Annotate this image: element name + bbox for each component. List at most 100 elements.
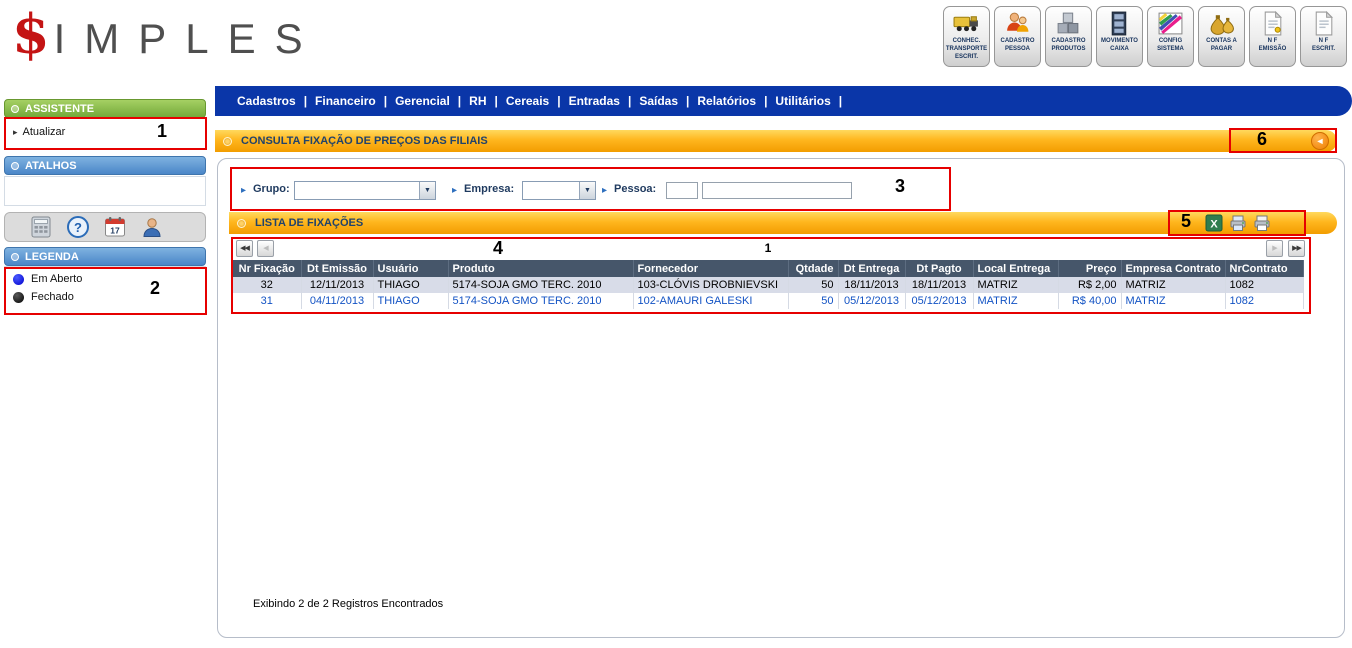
menu-item-entradas[interactable]: Entradas xyxy=(569,94,620,108)
pessoa-code-input[interactable] xyxy=(666,182,698,199)
toolbar-button-movimento-caixa[interactable]: MOVIMENTO CAIXA xyxy=(1096,6,1143,67)
column-header: Qtdade xyxy=(788,260,838,277)
pessoa-name-input[interactable] xyxy=(702,182,852,199)
logo-text: IMPLES xyxy=(54,15,322,62)
legend-item-fechado: Fechado xyxy=(13,291,74,303)
palette-icon xyxy=(1157,10,1184,37)
column-header: Dt Pagto xyxy=(905,260,973,277)
printer-icon xyxy=(1253,214,1271,232)
cell-produto: 5174-SOJA GMO TERC. 2010 xyxy=(448,293,633,309)
menu-separator: | xyxy=(458,94,461,108)
toolbar-button-label: N F ESCRIT. xyxy=(1312,38,1335,54)
records-count-text: Exibindo 2 de 2 Registros Encontrados xyxy=(253,598,443,610)
menu-item-cadastros[interactable]: Cadastros xyxy=(237,94,296,108)
cell-preco: R$ 2,00 xyxy=(1058,277,1121,293)
print-button[interactable] xyxy=(1253,214,1271,232)
cell-local-entrega: MATRIZ xyxy=(973,293,1058,309)
legenda-title: LEGENDA xyxy=(25,251,79,263)
document-icon xyxy=(1259,10,1286,37)
truck-icon xyxy=(953,10,980,37)
grupo-select[interactable]: ▼ xyxy=(294,181,436,200)
user-button[interactable] xyxy=(140,215,164,239)
filter-arrow-icon: ▸ xyxy=(602,186,607,196)
toolbar-button-label: CONHEC. TRANSPORTE ESCRIT. xyxy=(946,38,987,61)
legend-label: Em Aberto xyxy=(31,273,82,285)
cell-nr-contrato: 1082 xyxy=(1225,293,1303,309)
cell-preco: R$ 40,00 xyxy=(1058,293,1121,309)
menu-item-cereais[interactable]: Cereais xyxy=(506,94,549,108)
bullet-icon xyxy=(237,219,246,228)
calculator-icon xyxy=(29,215,53,239)
toolbar-button-cadastro-produtos[interactable]: CADASTRO PRODUTOS xyxy=(1045,6,1092,67)
toolbar-button-label: MOVIMENTO CAIXA xyxy=(1101,38,1138,54)
svg-text:17: 17 xyxy=(110,226,120,236)
toolbar-button-label: CADASTRO PRODUTOS xyxy=(1052,38,1086,54)
help-button[interactable]: ? xyxy=(66,215,90,239)
cell-fornecedor: 102-AMAURI GALESKI xyxy=(633,293,788,309)
excel-export-button[interactable]: X xyxy=(1205,214,1223,232)
atualizar-label: Atualizar xyxy=(23,126,66,138)
open-status-dot-icon xyxy=(13,274,24,285)
arrow-icon: ▸ xyxy=(13,127,18,138)
filter-arrow-icon: ▸ xyxy=(452,186,457,196)
grupo-select-value xyxy=(295,182,419,199)
list-title-bar: LISTA DE FIXAÇÕES xyxy=(229,212,1337,234)
toolbar-button-conhec-transporte-escrit[interactable]: CONHEC. TRANSPORTE ESCRIT. xyxy=(943,6,990,67)
grupo-label: Grupo: xyxy=(253,183,290,195)
menu-item-relatorios[interactable]: Relatórios xyxy=(697,94,756,108)
page-title: CONSULTA FIXAÇÃO DE PREÇOS DAS FILIAIS xyxy=(241,135,488,147)
toolbar-button-nf-escrit[interactable]: N F ESCRIT. xyxy=(1300,6,1347,67)
column-header: Preço xyxy=(1058,260,1121,277)
menu-item-rh[interactable]: RH xyxy=(469,94,486,108)
document-icon xyxy=(1310,10,1337,37)
atalhos-section-header: ATALHOS xyxy=(4,156,206,175)
cell-nr-contrato: 1082 xyxy=(1225,277,1303,293)
cell-fornecedor: 103-CLÓVIS DROBNIEVSKI xyxy=(633,277,788,293)
back-button[interactable]: ◄ xyxy=(1311,132,1329,150)
cell-produto: 5174-SOJA GMO TERC. 2010 xyxy=(448,277,633,293)
people-icon xyxy=(1004,10,1031,37)
menu-item-financeiro[interactable]: Financeiro xyxy=(315,94,376,108)
table-row[interactable]: 32 12/11/2013 THIAGO 5174-SOJA GMO TERC.… xyxy=(233,277,1303,293)
column-header: Usuário xyxy=(373,260,448,277)
page-title-bar: CONSULTA FIXAÇÃO DE PREÇOS DAS FILIAIS ◄ xyxy=(215,130,1337,152)
cell-usuario: THIAGO xyxy=(373,293,448,309)
sidebar-item-atualizar[interactable]: ▸ Atualizar xyxy=(13,126,65,138)
cell-empresa-contrato: MATRIZ xyxy=(1121,293,1225,309)
cell-dt-emissao: 04/11/2013 xyxy=(301,293,373,309)
closed-status-dot-icon xyxy=(13,292,24,303)
cell-dt-pagto: 05/12/2013 xyxy=(905,293,973,309)
empresa-select[interactable]: ▼ xyxy=(522,181,596,200)
cell-usuario: THIAGO xyxy=(373,277,448,293)
atalhos-title: ATALHOS xyxy=(25,160,77,172)
print-preview-button[interactable] xyxy=(1229,214,1247,232)
cell-dt-pagto: 18/11/2013 xyxy=(905,277,973,293)
legend-item-em-aberto: Em Aberto xyxy=(13,273,82,285)
column-header: Produto xyxy=(448,260,633,277)
menu-item-utilitarios[interactable]: Utilitários xyxy=(775,94,830,108)
table-row[interactable]: 31 04/11/2013 THIAGO 5174-SOJA GMO TERC.… xyxy=(233,293,1303,309)
toolbar-button-contas-a-pagar[interactable]: CONTAS A PAGAR xyxy=(1198,6,1245,67)
cell-empresa-contrato: MATRIZ xyxy=(1121,277,1225,293)
toolbar-button-config-sistema[interactable]: CONFIG SISTEMA xyxy=(1147,6,1194,67)
calendar-icon: 17 xyxy=(103,215,127,239)
empresa-select-value xyxy=(523,182,579,199)
menu-item-gerencial[interactable]: Gerencial xyxy=(395,94,450,108)
excel-icon: X xyxy=(1205,214,1223,232)
column-header: Dt Entrega xyxy=(838,260,905,277)
column-header: Nr Fixação xyxy=(233,260,301,277)
menu-separator: | xyxy=(628,94,631,108)
filter-arrow-icon: ▸ xyxy=(241,186,246,196)
calendar-button[interactable]: 17 xyxy=(103,215,127,239)
user-icon xyxy=(140,215,164,239)
toolbar-button-label: CONTAS A PAGAR xyxy=(1206,38,1237,54)
toolbar-button-cadastro-pessoa[interactable]: CADASTRO PESSOA xyxy=(994,6,1041,67)
menu-separator: | xyxy=(495,94,498,108)
toolbar-button-label: CONFIG SISTEMA xyxy=(1157,38,1184,54)
cell-local-entrega: MATRIZ xyxy=(973,277,1058,293)
svg-text:?: ? xyxy=(74,220,82,235)
calculator-button[interactable] xyxy=(29,215,53,239)
boxes-icon xyxy=(1055,10,1082,37)
toolbar-button-nf-emissao[interactable]: N F EMISSÃO xyxy=(1249,6,1296,67)
menu-item-saidas[interactable]: Saídas xyxy=(639,94,678,108)
